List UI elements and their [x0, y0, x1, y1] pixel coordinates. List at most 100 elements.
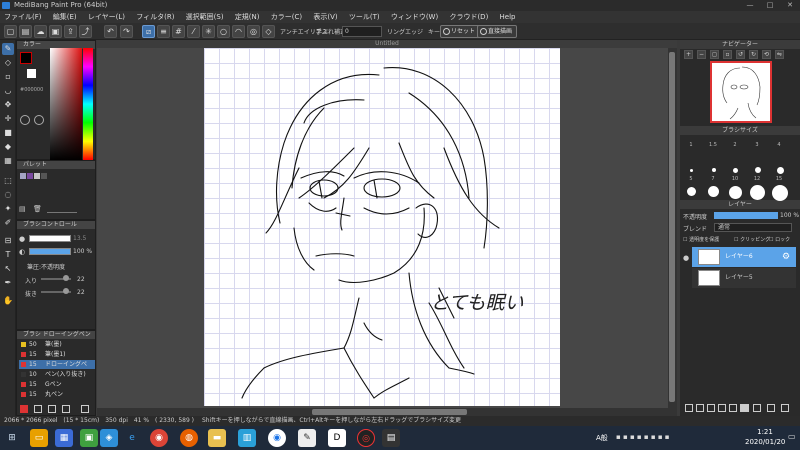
- clock-time[interactable]: 1:21: [745, 428, 785, 436]
- layer-opacity-slider[interactable]: [714, 212, 778, 219]
- zoom-actual-icon[interactable]: ▫: [723, 50, 732, 59]
- bucket-tool-icon[interactable]: ◆: [2, 141, 14, 153]
- menu-color[interactable]: カラー(C): [271, 13, 302, 21]
- snap-circle-icon[interactable]: ○: [217, 25, 230, 38]
- list-item[interactable]: 15 Gペン: [19, 380, 95, 389]
- horizontal-scrollbar[interactable]: [97, 408, 677, 416]
- exit-slider-handle[interactable]: [63, 288, 69, 294]
- menu-layer[interactable]: レイヤー(L): [88, 13, 125, 21]
- close-icon[interactable]: ✕: [780, 0, 800, 11]
- menu-help[interactable]: Help: [500, 13, 516, 21]
- fill-rect-icon[interactable]: ■: [2, 127, 14, 139]
- layer-row[interactable]: レイヤー5: [692, 268, 796, 288]
- brush-opacity-slider[interactable]: [29, 248, 71, 255]
- palette-name-field[interactable]: [47, 205, 77, 213]
- new-layer-icon[interactable]: [685, 404, 693, 412]
- brush-size-12[interactable]: 12: [747, 176, 767, 182]
- palette-add-icon[interactable]: ▤: [19, 205, 27, 213]
- new-layer-dup-icon[interactable]: [696, 404, 704, 412]
- list-item[interactable]: 15 筆(墨1): [19, 350, 95, 359]
- snap-vanish-icon[interactable]: ◎: [247, 25, 260, 38]
- chrome-icon[interactable]: ◉: [268, 429, 286, 447]
- brush-size-2[interactable]: 2: [725, 142, 745, 148]
- eraser-tool-icon[interactable]: ◇: [2, 57, 14, 69]
- lock-checkbox[interactable]: ☐ ロック: [769, 236, 790, 243]
- snap-radial-icon[interactable]: ✳: [202, 25, 215, 38]
- drawing-canvas[interactable]: とても眠い: [204, 48, 560, 406]
- maximize-icon[interactable]: □: [760, 0, 780, 11]
- snap-3d-icon[interactable]: ◇: [262, 25, 275, 38]
- clipping-checkbox[interactable]: ☐ クリッピング: [734, 236, 770, 243]
- brush-folder-icon[interactable]: [62, 405, 70, 413]
- dot-tool-icon[interactable]: ▫: [2, 71, 14, 83]
- new-1bit-icon[interactable]: [729, 404, 737, 412]
- lasso-tool-icon[interactable]: ◌: [2, 189, 14, 201]
- app-icon[interactable]: ▤: [382, 429, 400, 447]
- tray-icons[interactable]: ▪ ▪ ▪ ▪ ▪ ▪ ▪ ▪: [616, 433, 670, 441]
- brush-tool-icon[interactable]: ✎: [2, 43, 14, 55]
- blend-select[interactable]: 通常: [714, 223, 792, 232]
- magic-wand-icon[interactable]: ✦: [2, 203, 14, 215]
- secondary-color-swatch[interactable]: [27, 69, 36, 78]
- vertical-scrollbar[interactable]: [668, 48, 677, 408]
- menu-filter[interactable]: フィルタ(R): [136, 13, 174, 21]
- rotate-right-icon[interactable]: ↻: [749, 50, 758, 59]
- paint-app-icon[interactable]: ✎: [298, 429, 316, 447]
- zoom-fit-icon[interactable]: ◻: [710, 50, 719, 59]
- move-tool-icon[interactable]: ✛: [2, 113, 14, 125]
- save-icon[interactable]: ▣: [49, 25, 62, 38]
- notification-icon[interactable]: ▭: [788, 432, 796, 441]
- pressure-opacity-label[interactable]: 筆圧:不透明度: [27, 262, 65, 271]
- snap-off-icon[interactable]: ⧄: [142, 25, 155, 38]
- brush-size-4[interactable]: 4: [769, 142, 789, 148]
- primary-color-swatch[interactable]: [20, 52, 32, 64]
- redo-icon[interactable]: ↷: [120, 25, 133, 38]
- new-8bit-icon[interactable]: [718, 404, 726, 412]
- navigator-preview[interactable]: [710, 61, 772, 123]
- text-tool-icon[interactable]: T: [2, 249, 14, 261]
- app-icon[interactable]: ▥: [238, 429, 256, 447]
- color-wheel-icon[interactable]: [20, 115, 30, 125]
- new-halftone-icon[interactable]: [707, 404, 715, 412]
- list-item[interactable]: 15 ドローイングペ: [19, 360, 95, 369]
- snap-cross-icon[interactable]: #: [172, 25, 185, 38]
- firefox-icon[interactable]: ◍: [180, 429, 198, 447]
- cloud-icon[interactable]: ☁: [34, 25, 47, 38]
- rotate-left-icon[interactable]: ↺: [736, 50, 745, 59]
- app-icon[interactable]: ▭: [30, 429, 48, 447]
- undo-icon[interactable]: ↶: [104, 25, 117, 38]
- edge-label[interactable]: リングエッジ: [387, 27, 423, 36]
- brush-new-icon[interactable]: [34, 405, 42, 413]
- app-icon[interactable]: ▦: [55, 429, 73, 447]
- snap-parallel-icon[interactable]: ≡: [157, 25, 170, 38]
- list-item[interactable]: 15 丸ペン: [19, 390, 95, 399]
- app-icon[interactable]: ◈: [100, 429, 118, 447]
- delete-layer-icon[interactable]: [781, 404, 789, 412]
- snap-curve-icon[interactable]: ◠: [232, 25, 245, 38]
- palette-delete-icon[interactable]: 🗑: [33, 205, 42, 213]
- reset-button[interactable]: リセット: [440, 25, 481, 38]
- minimize-icon[interactable]: —: [740, 0, 760, 11]
- gradient-tool-icon[interactable]: ▦: [2, 155, 14, 167]
- brush-duplicate-icon[interactable]: [48, 405, 56, 413]
- snap-perspective-icon[interactable]: ⁄: [187, 25, 200, 38]
- brush-size-1-5[interactable]: 1.5: [703, 142, 723, 148]
- brush-delete-icon[interactable]: [81, 405, 89, 413]
- new-folder-icon[interactable]: [740, 404, 749, 412]
- folder-icon[interactable]: ▬: [208, 429, 226, 447]
- menu-window[interactable]: ウィンドウ(W): [391, 13, 438, 21]
- zoom-in-icon[interactable]: +: [684, 50, 693, 59]
- duplicate-layer-icon[interactable]: [753, 404, 761, 412]
- menu-file[interactable]: ファイル(F): [4, 13, 42, 21]
- stabilizer-field[interactable]: 0: [342, 26, 382, 37]
- merge-layer-icon[interactable]: [767, 404, 775, 412]
- palette-swatch[interactable]: [27, 173, 33, 179]
- brush-size-slider[interactable]: [29, 235, 71, 242]
- divide-tool-icon[interactable]: ⊟: [2, 235, 14, 247]
- zoom-hand-icon[interactable]: ✋: [2, 295, 14, 307]
- layer-row-selected[interactable]: レイヤー6 ⚙: [692, 247, 796, 267]
- brush-size-5[interactable]: 5: [681, 176, 701, 182]
- open-file-icon[interactable]: ▤: [19, 25, 32, 38]
- direct-draw-button[interactable]: 直接描画: [477, 25, 518, 38]
- vertical-scroll-thumb[interactable]: [669, 52, 675, 402]
